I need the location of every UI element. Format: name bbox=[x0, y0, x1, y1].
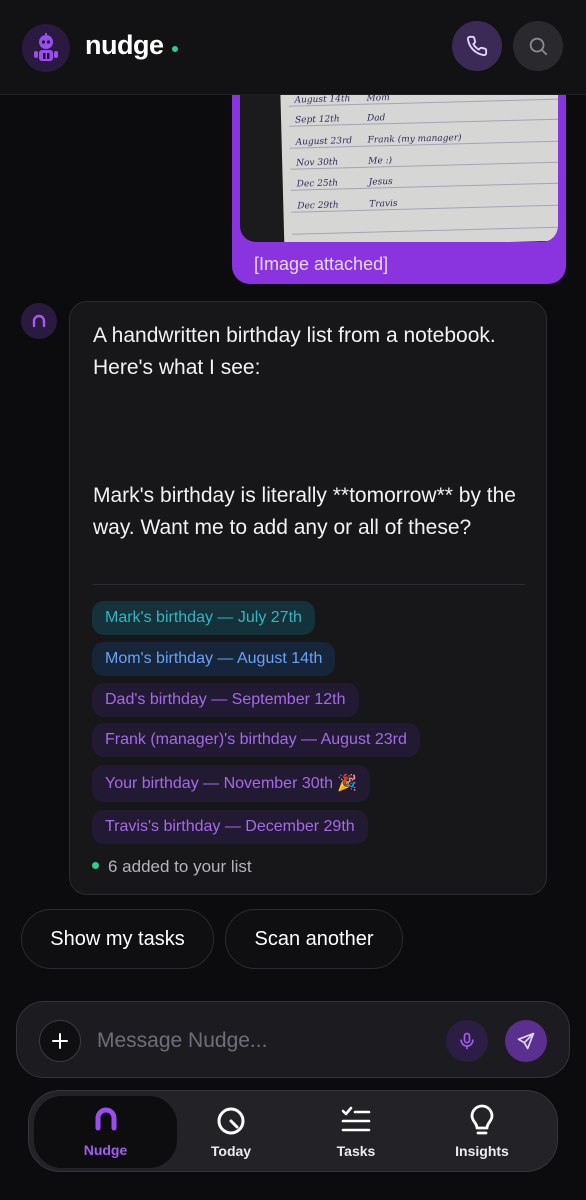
nav-label: Tasks bbox=[336, 1143, 376, 1159]
assistant-intro-text: A handwritten birthday list from a noteb… bbox=[93, 324, 496, 379]
added-task-chip[interactable]: Your birthday — November 30th 🎉 bbox=[92, 765, 371, 802]
show-tasks-button[interactable]: Show my tasks bbox=[21, 909, 214, 969]
nudge-icon bbox=[32, 314, 46, 328]
call-button[interactable] bbox=[452, 21, 502, 71]
notebook-photo[interactable]: August 14th Mom Sept 12th Dad August 23r… bbox=[240, 70, 558, 242]
added-task-chip[interactable]: Dad's birthday — September 12th bbox=[92, 683, 359, 717]
gauge-icon bbox=[217, 1107, 245, 1135]
handwritten-date: Nov 30th bbox=[296, 157, 339, 169]
status-dot bbox=[92, 862, 99, 870]
plus-icon bbox=[52, 1033, 68, 1049]
image-caption: [Image attached] bbox=[254, 254, 389, 274]
added-status: 6 added to your list bbox=[92, 857, 252, 877]
message-composer bbox=[16, 1001, 570, 1078]
phone-icon bbox=[467, 35, 488, 56]
bottom-nav: Nudge Today Tasks Insights bbox=[28, 1090, 558, 1172]
checklist-icon bbox=[341, 1106, 371, 1132]
handwritten-name: Me :) bbox=[368, 156, 393, 167]
nudge-icon bbox=[95, 1107, 116, 1131]
handwritten-date: Sept 12th bbox=[294, 114, 340, 126]
search-button[interactable] bbox=[513, 21, 563, 71]
nav-item-insights[interactable]: Insights bbox=[419, 1091, 545, 1173]
handwritten-date: August 23rd bbox=[295, 136, 353, 148]
nav-label: Insights bbox=[455, 1143, 509, 1159]
handwritten-name: Dad bbox=[366, 113, 386, 124]
handwritten-date: August 14th bbox=[294, 94, 351, 106]
search-icon bbox=[529, 37, 548, 56]
added-task-chip[interactable]: Travis's birthday — December 29th bbox=[92, 810, 368, 844]
notebook-page: August 14th Mom Sept 12th Dad August 23r… bbox=[279, 70, 558, 242]
nav-item-today[interactable]: Today bbox=[168, 1091, 294, 1173]
message-input[interactable] bbox=[97, 1026, 427, 1056]
lightbulb-icon bbox=[470, 1104, 494, 1135]
voice-button[interactable] bbox=[446, 1020, 488, 1062]
divider bbox=[93, 584, 525, 585]
attach-button[interactable] bbox=[39, 1020, 81, 1062]
send-icon bbox=[517, 1032, 535, 1050]
added-task-chip[interactable]: Mom's birthday — August 14th bbox=[92, 642, 336, 676]
assistant-message: A handwritten birthday list from a noteb… bbox=[69, 301, 547, 895]
status-text: 6 added to your list bbox=[108, 857, 252, 876]
robot-mascot-icon[interactable] bbox=[22, 24, 70, 72]
nav-item-nudge[interactable]: Nudge bbox=[34, 1096, 177, 1168]
app-name: nudge bbox=[85, 30, 164, 60]
app-header: nudge bbox=[0, 0, 586, 95]
nav-item-tasks[interactable]: Tasks bbox=[293, 1091, 419, 1173]
user-image-message: August 14th Mom Sept 12th Dad August 23r… bbox=[232, 70, 566, 284]
added-task-chip[interactable]: Frank (manager)'s birthday — August 23rd bbox=[92, 723, 420, 757]
assistant-avatar bbox=[21, 303, 57, 339]
handwritten-name: Jesus bbox=[368, 177, 393, 188]
brand-dot bbox=[172, 46, 178, 52]
handwritten-date: Dec 29th bbox=[297, 200, 339, 212]
nav-label: Nudge bbox=[83, 1142, 128, 1158]
assistant-followup-text: Mark's birthday is literally **tomorrow*… bbox=[93, 484, 516, 539]
added-task-chip[interactable]: Mark's birthday — July 27th bbox=[92, 601, 315, 635]
handwritten-name: Travis bbox=[369, 198, 398, 210]
microphone-icon bbox=[460, 1032, 474, 1050]
scan-another-button[interactable]: Scan another bbox=[225, 909, 403, 969]
nav-label: Today bbox=[210, 1143, 252, 1159]
handwritten-date: Dec 25th bbox=[296, 178, 339, 190]
send-button[interactable] bbox=[505, 1020, 547, 1062]
